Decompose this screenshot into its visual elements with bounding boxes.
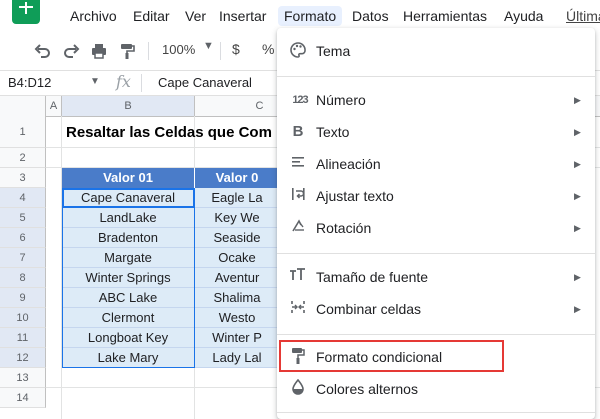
table-cell[interactable]: LandLake <box>62 208 195 228</box>
row-header-5[interactable]: 5 <box>0 208 46 228</box>
menu-item-label: Tema <box>316 43 351 59</box>
menu-datos[interactable]: Datos <box>346 6 395 26</box>
number-icon: 123 <box>292 94 308 106</box>
row-header-12[interactable]: 12 <box>0 348 46 368</box>
chevron-down-icon[interactable]: ▼ <box>203 40 214 52</box>
zoom-select[interactable]: 100% <box>162 42 195 57</box>
formula-input[interactable]: Cape Canaveral <box>158 75 252 90</box>
submenu-arrow-icon: ▶ <box>574 191 581 201</box>
table-cell[interactable]: Winter Springs <box>62 268 195 288</box>
formula-separator <box>141 74 142 92</box>
rotate-icon <box>288 218 308 238</box>
menu-item-label: Ajustar texto <box>316 188 394 204</box>
table-cell[interactable]: Westo <box>195 308 280 328</box>
menu-formato[interactable]: Formato <box>278 6 343 26</box>
table-cell[interactable]: Winter P <box>195 328 280 348</box>
row-header-9[interactable]: 9 <box>0 288 46 308</box>
submenu-arrow-icon: ▶ <box>574 223 581 233</box>
table-cell[interactable]: Longboat Key <box>62 328 195 348</box>
table-cell[interactable]: Lady Lal <box>195 348 280 368</box>
percent-format-button[interactable]: % <box>262 41 274 57</box>
wrap-icon <box>288 186 308 206</box>
row-header-4[interactable]: 4 <box>0 188 46 208</box>
row-header-2[interactable]: 2 <box>0 148 46 168</box>
menu-item-label: Rotación <box>316 220 372 236</box>
table-cell[interactable]: ABC Lake <box>62 288 195 308</box>
table-cell[interactable]: Ocake <box>195 248 280 268</box>
align-icon <box>288 154 308 174</box>
row-header-6[interactable]: 6 <box>0 228 46 248</box>
table-cell[interactable]: Eagle La <box>195 188 280 208</box>
toolbar-separator <box>220 42 221 60</box>
font-size-icon <box>288 267 308 287</box>
submenu-arrow-icon: ▶ <box>574 127 581 137</box>
currency-format-button[interactable]: $ <box>232 41 240 57</box>
menu-ver[interactable]: Ver <box>179 6 212 26</box>
active-cell-border <box>62 188 195 208</box>
select-all-corner[interactable] <box>0 96 46 116</box>
table-cell[interactable]: Shalima <box>195 288 280 308</box>
menu-separator <box>277 253 595 254</box>
paint-format-icon[interactable] <box>118 42 136 60</box>
redo-icon[interactable] <box>62 42 80 60</box>
row-header-13[interactable]: 13 <box>0 368 46 388</box>
menu-separator <box>277 76 595 77</box>
table-cell[interactable]: Aventur <box>195 268 280 288</box>
table-header-valor-01[interactable]: Valor 01 <box>62 168 195 188</box>
palette-icon <box>288 41 308 61</box>
row-header-7[interactable]: 7 <box>0 248 46 268</box>
submenu-arrow-icon: ▶ <box>574 304 581 314</box>
menu-item-label: Combinar celdas <box>316 301 422 317</box>
toolbar-separator <box>148 42 149 60</box>
table-header-valor-02[interactable]: Valor 0 <box>195 168 280 188</box>
menu-item-label: Número <box>316 92 366 108</box>
menu-separator <box>277 412 595 413</box>
menu-item-label: Texto <box>316 124 350 140</box>
sheet-title-cell[interactable]: Resaltar las Celdas que Com <box>66 124 272 141</box>
highlight-annotation-box <box>279 340 504 372</box>
row-header-10[interactable]: 10 <box>0 308 46 328</box>
menu-separator <box>277 334 595 335</box>
menu-herramientas[interactable]: Herramientas <box>397 6 493 26</box>
column-header-a[interactable]: A <box>46 96 62 116</box>
name-box[interactable]: B4:D12 <box>8 75 51 90</box>
bold-icon: B <box>292 123 304 140</box>
menu-editar[interactable]: Editar <box>127 6 176 26</box>
submenu-arrow-icon: ▶ <box>574 159 581 169</box>
row-header-11[interactable]: 11 <box>0 328 46 348</box>
alternating-colors-icon <box>288 378 308 399</box>
submenu-arrow-icon: ▶ <box>574 95 581 105</box>
print-icon[interactable] <box>90 42 108 60</box>
undo-icon[interactable] <box>34 42 52 60</box>
menu-archivo[interactable]: Archivo <box>64 6 123 26</box>
table-cell[interactable]: Key We <box>195 208 280 228</box>
chevron-down-icon[interactable]: ▼ <box>90 76 100 87</box>
table-cell[interactable]: Seaside <box>195 228 280 248</box>
table-cell[interactable]: Clermont <box>62 308 195 328</box>
menu-item-label: Tamaño de fuente <box>316 269 429 285</box>
table-cell[interactable]: Margate <box>62 248 195 268</box>
menu-insertar[interactable]: Insertar <box>213 6 272 26</box>
menu-item-label: Alineación <box>316 156 381 172</box>
submenu-arrow-icon: ▶ <box>574 272 581 282</box>
column-header-b[interactable]: B <box>62 96 195 116</box>
menu-ultima-edicion[interactable]: Última <box>560 6 600 26</box>
row-header-3[interactable]: 3 <box>0 168 46 188</box>
menu-ayuda[interactable]: Ayuda <box>498 6 549 26</box>
fx-icon: fx <box>116 72 131 91</box>
row-header-14[interactable]: 14 <box>0 388 46 408</box>
row-header-1[interactable]: 1 <box>0 116 46 148</box>
sheets-logo-icon[interactable] <box>12 0 40 24</box>
row-header-8[interactable]: 8 <box>0 268 46 288</box>
table-cell[interactable]: Bradenton <box>62 228 195 248</box>
merge-icon <box>288 299 308 319</box>
menu-item-label: Colores alternos <box>316 381 418 397</box>
table-cell[interactable]: Lake Mary <box>62 348 195 368</box>
